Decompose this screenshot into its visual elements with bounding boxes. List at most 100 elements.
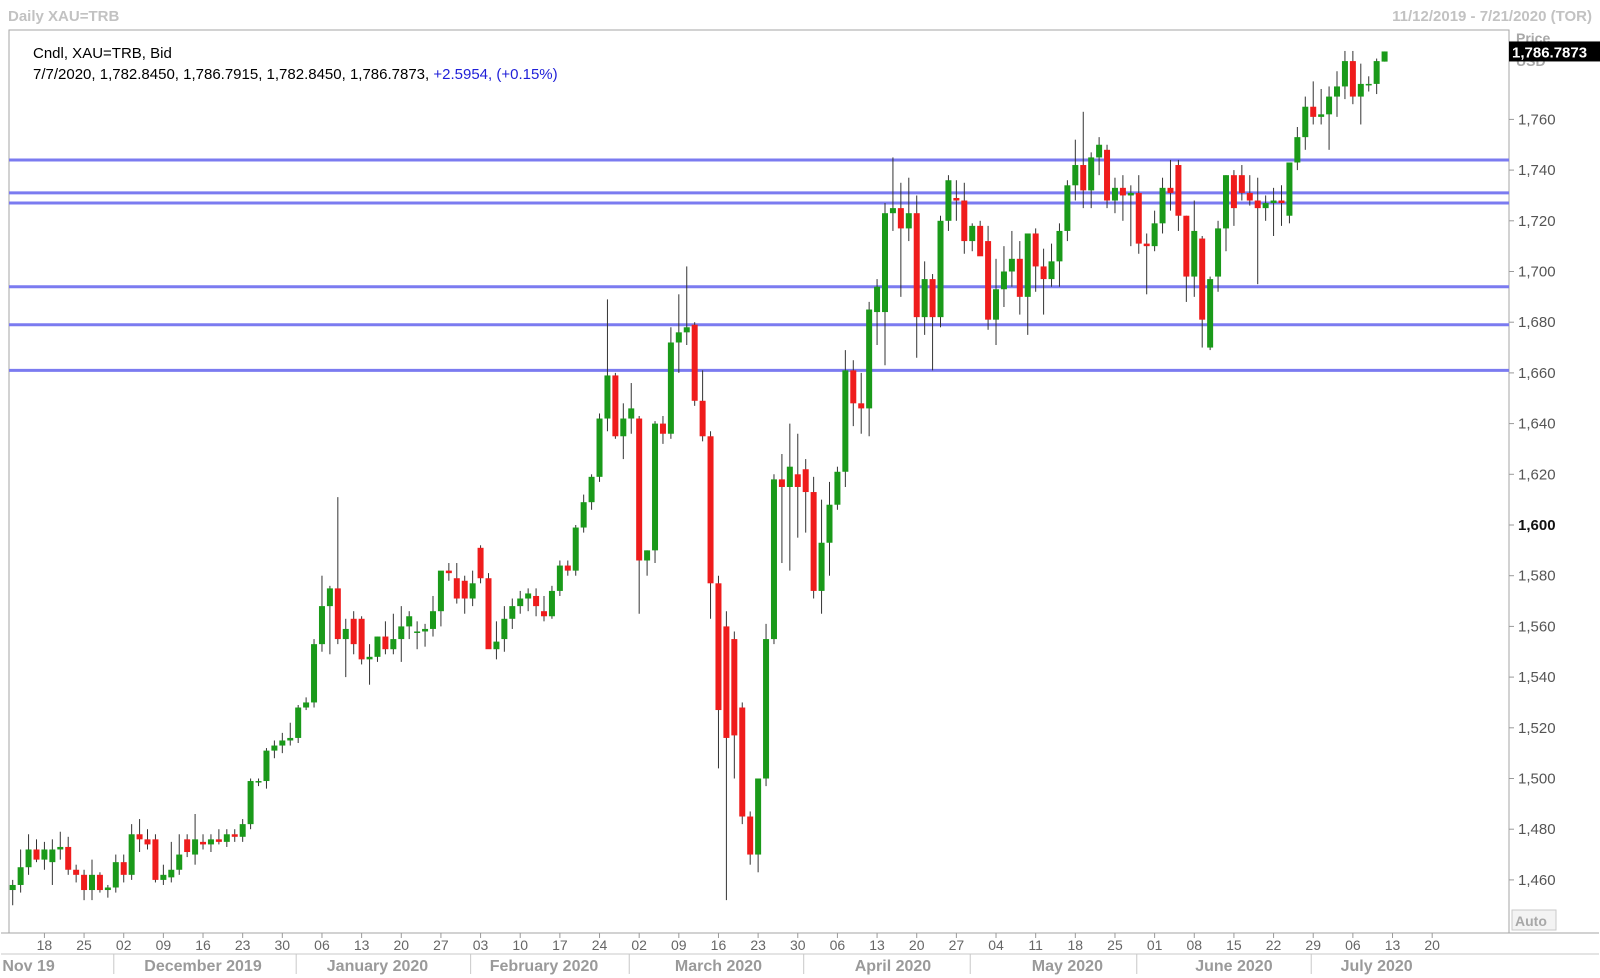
- candle-body: [1230, 175, 1237, 209]
- candle-body: [41, 849, 48, 860]
- candle-body: [120, 862, 127, 875]
- y-tick-label: 1,620: [1518, 466, 1556, 483]
- x-tick-label: 23: [235, 937, 251, 953]
- candle-body: [644, 550, 651, 561]
- candle-body: [897, 208, 904, 229]
- candle-body: [223, 834, 230, 842]
- legend-ohlc: 7/7/2020, 1,782.8450, 1,786.7915, 1,782.…: [33, 66, 558, 83]
- candle-body: [1016, 258, 1023, 297]
- candle-body: [1310, 106, 1317, 117]
- candle-body: [192, 839, 199, 855]
- x-tick-label: 25: [76, 937, 92, 953]
- candle-body: [723, 626, 730, 738]
- candle-body: [794, 474, 801, 487]
- candle-body: [1119, 187, 1126, 196]
- candle-body: [200, 841, 207, 845]
- candle: [556, 560, 563, 596]
- candle-body: [659, 423, 666, 434]
- candle-body: [303, 702, 310, 708]
- candle-body: [620, 418, 627, 437]
- candle-body: [176, 854, 183, 870]
- candle-body: [104, 887, 111, 891]
- candle-body: [263, 750, 270, 782]
- x-tick-label: 10: [512, 937, 528, 953]
- candle-body: [287, 737, 294, 741]
- candle-body: [81, 874, 88, 891]
- candle-body: [1040, 266, 1047, 280]
- candle: [1381, 51, 1388, 62]
- candle-body: [548, 590, 555, 617]
- legend-change: +2.5954, (+0.15%): [433, 66, 557, 83]
- candle-body: [57, 846, 64, 850]
- candle-body: [866, 309, 873, 409]
- candle-body: [969, 225, 976, 242]
- candle-body: [596, 418, 603, 477]
- candle-body: [96, 874, 103, 891]
- candle-body: [342, 628, 349, 640]
- candle-body: [1222, 175, 1229, 229]
- y-tick-label: 1,540: [1518, 669, 1556, 686]
- candle-body: [1175, 165, 1182, 216]
- candle-body: [1191, 230, 1198, 277]
- candle-body: [89, 874, 95, 891]
- y-tick-label: 1,500: [1518, 771, 1556, 788]
- candle-body: [1159, 187, 1166, 224]
- auto-scale-label: Auto: [1515, 913, 1547, 929]
- candle-body: [17, 867, 24, 885]
- candle-body: [580, 502, 587, 528]
- candle-body: [1056, 230, 1063, 262]
- candle: [572, 525, 579, 576]
- x-tick-label: 02: [631, 937, 647, 953]
- candle-body: [485, 578, 492, 650]
- candle-body: [1096, 144, 1103, 158]
- candle-body: [271, 745, 278, 751]
- candle: [1286, 162, 1293, 224]
- candle-body: [1326, 96, 1333, 115]
- candle-body: [1286, 162, 1293, 216]
- candle-body: [1254, 200, 1261, 209]
- x-tick-label: 23: [750, 937, 766, 953]
- candle: [770, 474, 777, 645]
- candle-body: [1365, 83, 1372, 86]
- candle-body: [525, 593, 532, 599]
- x-tick-label: 13: [869, 937, 885, 953]
- x-tick-label: 30: [790, 937, 806, 953]
- x-tick-label: 24: [592, 937, 608, 953]
- candle-body: [1167, 187, 1174, 193]
- candle-body: [239, 824, 246, 837]
- candle-body: [1111, 187, 1118, 201]
- candle-body: [1341, 61, 1348, 87]
- month-label: Nov 19: [2, 958, 55, 975]
- candle-body: [1262, 203, 1269, 209]
- candle-body: [461, 580, 468, 599]
- candle-body: [477, 547, 484, 579]
- candle: [667, 327, 674, 439]
- y-tick-label: 1,640: [1518, 416, 1556, 433]
- month-label: December 2019: [144, 958, 262, 975]
- candle-body: [564, 565, 571, 571]
- x-tick-label: 13: [354, 937, 370, 953]
- candle-body: [993, 289, 1000, 320]
- candle-body: [334, 588, 341, 640]
- candle-body: [810, 492, 817, 591]
- x-tick-label: 01: [1147, 937, 1163, 953]
- x-tick-label: 13: [1385, 937, 1401, 953]
- candle: [152, 834, 159, 883]
- candle-body: [715, 583, 722, 711]
- y-tick-label: 1,580: [1518, 568, 1556, 585]
- candle-body: [453, 578, 460, 599]
- candle-body: [905, 213, 912, 229]
- candle-body: [818, 542, 825, 591]
- candle-body: [731, 639, 738, 736]
- candle: [96, 872, 103, 893]
- auto-scale-button[interactable]: Auto: [1511, 909, 1557, 931]
- month-label: January 2020: [327, 958, 429, 975]
- legend-instrument: Cndl, XAU=TRB, Bid: [33, 45, 172, 62]
- candle-body: [33, 849, 40, 860]
- candle-body: [842, 370, 849, 472]
- candle-body: [374, 636, 381, 657]
- candle: [834, 466, 841, 510]
- candle-body: [921, 279, 928, 318]
- candle-body: [1008, 258, 1015, 272]
- candle-body: [533, 595, 540, 607]
